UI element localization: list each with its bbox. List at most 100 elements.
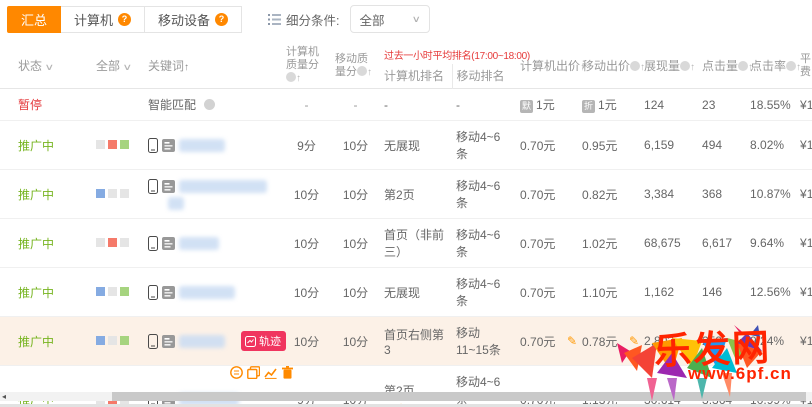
impressions-cell: 124	[640, 89, 698, 121]
help-icon[interactable]	[357, 66, 367, 76]
mobile-rank-cell: 移动11~15条	[452, 317, 516, 366]
help-icon[interactable]	[786, 61, 796, 71]
trail-badge-label: 轨迹	[259, 333, 281, 349]
sort-asc-icon: ↑	[184, 62, 189, 73]
status-badge: 推广中	[18, 188, 54, 202]
header-pc-bid[interactable]: 计算机出价↑	[516, 38, 578, 89]
pc-bid-cell: 0.70元	[516, 170, 578, 219]
header-keyword[interactable]: 关键词↑	[144, 38, 282, 89]
table-scroll-area: 状态∨ 全部∨ 关键词↑ 计算机质量分↑ 移动质量分↑ 过去一小时平均排名(17…	[0, 38, 812, 407]
header-quality-filter[interactable]: 全部∨	[84, 38, 144, 89]
chevron-down-icon: ∨	[44, 62, 54, 73]
status-badge: 推广中	[18, 237, 54, 251]
help-icon[interactable]	[286, 72, 296, 82]
phone-icon	[148, 138, 158, 153]
pc-quality-score-cell: 10分	[282, 170, 331, 219]
trail-badge[interactable]: 轨迹	[241, 331, 286, 351]
mobile-rank-value: 移动11~15条	[456, 324, 512, 358]
pc-rank-value: 第2页	[384, 186, 448, 203]
trend-chart-icon[interactable]	[264, 366, 277, 379]
header-mobile-bid[interactable]: 移动出价↑	[578, 38, 640, 89]
pc-bid-cell: 0.70元	[516, 121, 578, 170]
header-pc-quality[interactable]: 计算机质量分↑	[282, 38, 331, 89]
mobile-bid-cell: 1.02元	[578, 219, 640, 268]
tab-computer[interactable]: 计算机?	[60, 6, 145, 33]
filter-section: 细分条件: 全部 ∨	[268, 5, 429, 33]
ctr-cell: 18.55%	[746, 89, 796, 121]
header-pc-rank: 计算机排名	[380, 64, 452, 89]
pc-rank-value: 首页右侧第3	[384, 326, 448, 357]
pc-quality-score-cell: 10分	[282, 219, 331, 268]
pc-bid-value: 0.70元	[520, 188, 555, 202]
table-row: 推广中轨迹10分10分首页右侧第3移动11~15条0.70元✎0.78元✎2,8…	[0, 317, 812, 366]
header-mobile-quality[interactable]: 移动质量分↑	[331, 38, 380, 89]
clicks-cell: 259	[698, 317, 746, 366]
avg-cost-cell: ¥1	[796, 170, 812, 219]
sort-asc-icon: ↑	[690, 62, 695, 73]
help-icon[interactable]	[630, 61, 640, 71]
filter-select[interactable]: 全部 ∨	[350, 5, 430, 33]
header-ctr[interactable]: 点击率↑	[746, 38, 796, 89]
tab-summary[interactable]: 汇总	[7, 6, 61, 33]
edit-pencil-icon[interactable]: ✎	[567, 334, 577, 348]
pc-rank-cell: 首页（非前三）	[380, 219, 452, 268]
sort-asc-icon: ↑	[296, 73, 301, 84]
pc-quality-score-cell: 9分	[282, 121, 331, 170]
status-cell: 推广中	[6, 170, 84, 219]
tab-mobile[interactable]: 移动设备?	[144, 6, 242, 33]
pc-bid-value: 0.70元	[520, 139, 555, 153]
chevron-down-icon: ∨	[122, 62, 132, 73]
tab-label: 移动设备	[158, 10, 210, 29]
help-icon[interactable]: ?	[215, 13, 228, 26]
help-icon[interactable]	[204, 99, 215, 110]
phone-icon	[148, 285, 158, 300]
header-rank-group: 过去一小时平均排名(17:00~18:00)	[380, 38, 516, 64]
mobile-bid-cell: 折1元	[578, 89, 640, 121]
table-row: 推广中10分10分无展现移动4~6条0.70元1.10元1,16214612.5…	[0, 268, 812, 317]
censored-keyword	[179, 237, 219, 250]
table-header: 状态∨ 全部∨ 关键词↑ 计算机质量分↑ 移动质量分↑ 过去一小时平均排名(17…	[0, 38, 812, 89]
horizontal-scrollbar-thumb[interactable]	[112, 392, 806, 401]
toolbar: 汇总计算机?移动设备? 细分条件: 全部 ∨	[0, 0, 812, 38]
ctr-cell: 9.24%	[746, 317, 796, 366]
quality-squares-cell	[84, 121, 144, 170]
mobile-rank-value: 移动4~6条	[456, 226, 512, 260]
avg-cost-cell: ¥1	[796, 121, 812, 170]
mobile-bid-cell: 0.78元✎	[578, 317, 640, 366]
edit-pencil-icon[interactable]: ✎	[629, 334, 639, 348]
detail-circle-icon[interactable]	[230, 366, 243, 379]
clicks-cell: 146	[698, 268, 746, 317]
mobile-quality-score-cell: 10分	[331, 317, 380, 366]
quality-square-blue	[96, 189, 105, 198]
help-icon[interactable]	[738, 61, 748, 71]
pc-rank-value: -	[384, 98, 448, 112]
delete-icon[interactable]	[281, 366, 294, 379]
clicks-cell: 6,617	[698, 219, 746, 268]
pc-rank-cell: 无展现	[380, 268, 452, 317]
keyword-tag-icon	[162, 286, 175, 299]
censored-keyword	[179, 180, 267, 193]
mobile-bid-value: 1元	[598, 98, 617, 112]
mobile-rank-cell: 移动4~6条	[452, 219, 516, 268]
mobile-rank-cell: 移动4~6条	[452, 170, 516, 219]
table-row: 推广中9分10分无展现移动4~6条0.70元0.95元6,1594948.02%…	[0, 121, 812, 170]
table-body: 暂停智能匹配----默1元折1元1242318.55%¥1推广中9分10分无展现…	[0, 89, 812, 407]
header-impressions[interactable]: 展现量↑	[640, 38, 698, 89]
avg-cost-cell: ¥1	[796, 89, 812, 121]
quality-square-red	[108, 238, 117, 247]
mobile-quality-score-cell: -	[331, 89, 380, 121]
help-icon[interactable]: ?	[118, 13, 131, 26]
quality-square-blue	[96, 336, 105, 345]
copy-icon[interactable]	[247, 366, 260, 379]
pc-rank-value: 无展现	[384, 137, 448, 154]
status-badge: 推广中	[18, 335, 54, 349]
header-clicks[interactable]: 点击量↑	[698, 38, 746, 89]
pc-rank-cell: 首页右侧第3	[380, 317, 452, 366]
keyword-line	[148, 285, 278, 300]
tab-label: 计算机	[74, 10, 113, 29]
help-icon[interactable]	[680, 61, 690, 71]
scroll-left-arrow-icon[interactable]: ◂	[2, 392, 12, 401]
header-status[interactable]: 状态∨	[6, 38, 84, 89]
status-badge: 暂停	[18, 98, 42, 112]
table-row: 推广中10分10分首页（非前三）移动4~6条0.70元1.02元68,6756,…	[0, 219, 812, 268]
